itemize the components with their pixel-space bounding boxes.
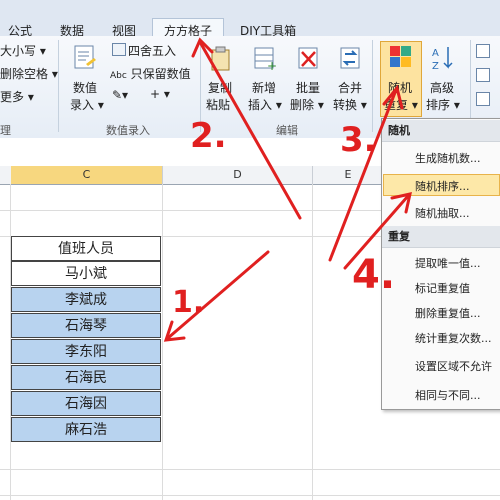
annotation-step-4: 4. bbox=[352, 252, 396, 298]
annotation-step-3: 3. bbox=[340, 120, 377, 160]
annotation-step-1: 1. bbox=[172, 285, 205, 320]
annotation-step-2: 2. bbox=[190, 116, 227, 156]
annotation-arrows bbox=[163, 37, 412, 342]
